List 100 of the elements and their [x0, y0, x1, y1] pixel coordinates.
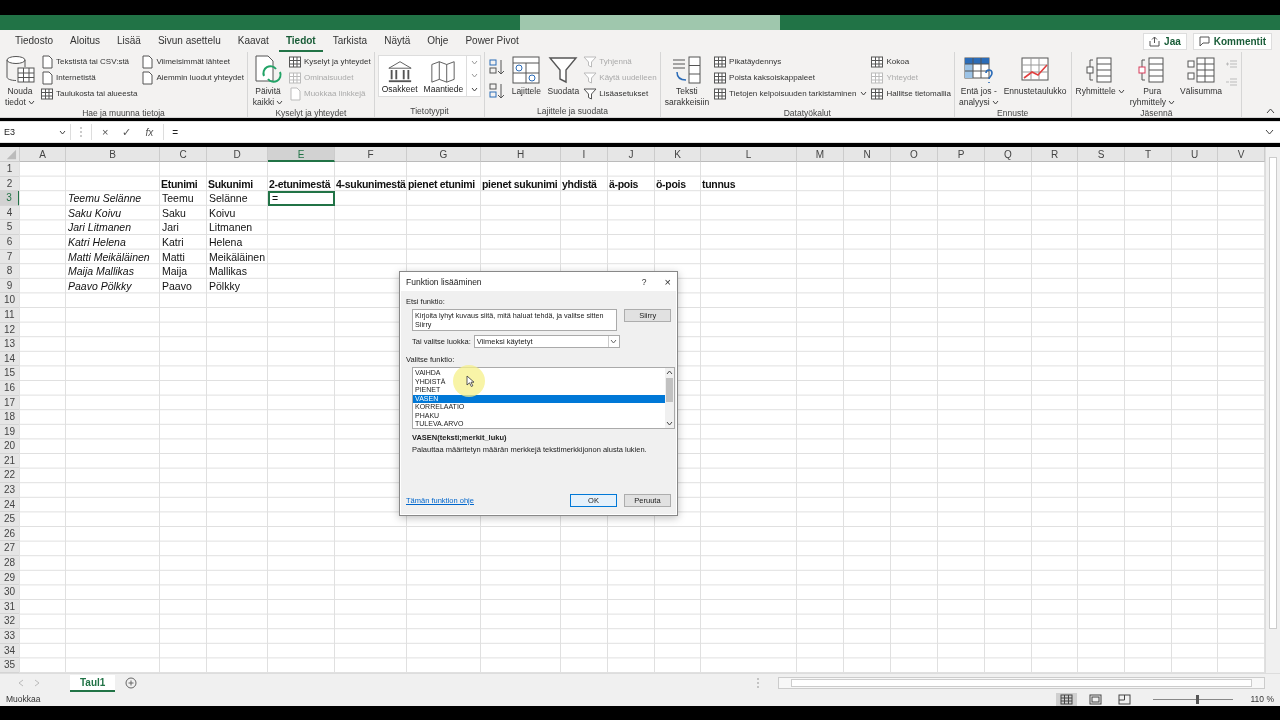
column-header[interactable]: H: [481, 147, 561, 162]
column-header[interactable]: E: [268, 147, 335, 162]
table-cell[interactable]: ö-pois: [655, 176, 701, 192]
row-header[interactable]: 33: [0, 629, 20, 644]
table-cell[interactable]: Helena: [207, 234, 268, 250]
column-header[interactable]: J: [608, 147, 655, 162]
ribbon-button[interactable]: Ryhmittele: [1074, 54, 1126, 97]
row-header[interactable]: 3: [0, 191, 20, 206]
ribbon-button[interactable]: Pura ryhmittely: [1128, 54, 1177, 108]
column-header[interactable]: L: [701, 147, 797, 162]
table-cell[interactable]: ä-pois: [608, 176, 655, 192]
row-header[interactable]: 23: [0, 483, 20, 498]
ribbon-command[interactable]: Tekstistä tai CSV:stä: [40, 54, 138, 69]
table-cell[interactable]: Selänne: [207, 191, 268, 206]
ribbon-button[interactable]: Suodata: [546, 54, 581, 97]
ribbon-button[interactable]: Entä jos - analyysi: [957, 54, 1000, 108]
column-header[interactable]: D: [207, 147, 268, 162]
row-header[interactable]: 8: [0, 264, 20, 279]
table-cell[interactable]: Matti Meikäläinen: [66, 249, 160, 265]
ribbon-command[interactable]: Viimeisimmät lähteet: [140, 54, 244, 69]
row-header[interactable]: 30: [0, 585, 20, 600]
ribbon-tab[interactable]: Näytä: [377, 30, 418, 52]
ribbon-button[interactable]: Lajittele: [509, 54, 544, 97]
column-header[interactable]: Q: [985, 147, 1032, 162]
ribbon-command[interactable]: Kyselyt ja yhteydet: [288, 54, 371, 69]
column-header[interactable]: U: [1172, 147, 1218, 162]
table-cell[interactable]: Koivu: [207, 205, 268, 221]
table-cell[interactable]: =: [268, 191, 335, 206]
table-cell[interactable]: pienet sukunimi: [481, 176, 561, 192]
row-header[interactable]: 25: [0, 512, 20, 527]
name-box[interactable]: E3: [0, 124, 71, 140]
column-header[interactable]: O: [891, 147, 938, 162]
row-header[interactable]: 20: [0, 439, 20, 454]
zoom-level[interactable]: 110 %: [1250, 694, 1274, 704]
table-cell[interactable]: Litmanen: [207, 220, 268, 235]
row-header[interactable]: 5: [0, 220, 20, 235]
formula-field[interactable]: =: [164, 126, 1265, 138]
ribbon-tab[interactable]: Kaavat: [230, 30, 276, 52]
row-header[interactable]: 28: [0, 556, 20, 571]
ribbon-command[interactable]: Pikatäydennys: [713, 54, 868, 69]
column-header[interactable]: C: [160, 147, 207, 162]
table-cell[interactable]: Maija: [160, 264, 207, 279]
column-header[interactable]: S: [1078, 147, 1125, 162]
ribbon-command[interactable]: Tietojen kelpoisuuden tarkistaminen: [713, 86, 868, 101]
column-header[interactable]: T: [1125, 147, 1172, 162]
table-cell[interactable]: Matti: [160, 249, 207, 265]
close-button[interactable]: ×: [664, 275, 671, 288]
table-cell[interactable]: Maija Mallikas: [66, 264, 160, 279]
ribbon-command[interactable]: Aiemmin luodut yhteydet: [140, 70, 244, 85]
row-header[interactable]: 27: [0, 541, 20, 557]
row-header[interactable]: 18: [0, 410, 20, 425]
ribbon-tab[interactable]: Lisää: [110, 30, 148, 52]
data-type-button[interactable]: Osakkeet: [378, 56, 421, 96]
ribbon-tab[interactable]: Ohje: [420, 30, 456, 52]
row-header[interactable]: 10: [0, 293, 20, 308]
table-cell[interactable]: Mallikas: [207, 264, 268, 279]
cancel-button[interactable]: ×: [102, 126, 109, 138]
ribbon-button[interactable]: Teksti sarakkeisiin: [663, 54, 711, 108]
table-cell[interactable]: Katri: [160, 234, 207, 250]
data-type-button[interactable]: Maantiede: [420, 56, 467, 96]
table-cell[interactable]: Saku Koivu: [66, 205, 160, 221]
column-header[interactable]: P: [938, 147, 985, 162]
table-cell[interactable]: 2-etunimestä: [268, 176, 335, 192]
column-header[interactable]: K: [655, 147, 701, 162]
table-cell[interactable]: Pölkky: [207, 278, 268, 294]
column-header[interactable]: N: [844, 147, 891, 162]
column-header[interactable]: V: [1218, 147, 1265, 162]
row-header[interactable]: 35: [0, 658, 20, 673]
ribbon-command[interactable]: Internetistä: [40, 70, 138, 85]
table-cell[interactable]: tunnus: [701, 176, 797, 192]
column-header[interactable]: B: [66, 147, 160, 162]
ribbon-tab[interactable]: Power Pivot: [458, 30, 526, 52]
table-cell[interactable]: pienet etunimi: [407, 176, 481, 192]
column-header[interactable]: F: [335, 147, 407, 162]
row-header[interactable]: 13: [0, 337, 20, 352]
ribbon-tab[interactable]: Tiedosto: [8, 30, 60, 52]
ribbon-tab[interactable]: Sivun asettelu: [150, 30, 228, 52]
table-cell[interactable]: Katri Helena: [66, 234, 160, 250]
table-cell[interactable]: Teemu: [160, 191, 207, 206]
ribbon-tab[interactable]: Tarkista: [325, 30, 375, 52]
comments-button[interactable]: Kommentit: [1192, 32, 1272, 50]
ribbon-command[interactable]: Lisäasetukset: [583, 86, 657, 101]
sheet-tab[interactable]: Taul1: [70, 674, 116, 692]
table-cell[interactable]: Paavo Pölkky: [66, 278, 160, 294]
share-button[interactable]: Jaa: [1143, 32, 1187, 50]
ribbon-command[interactable]: Kokoa: [870, 54, 951, 69]
table-cell[interactable]: 4-sukunimestä: [335, 176, 407, 192]
ribbon-command[interactable]: Taulukosta tai alueesta: [40, 86, 138, 101]
table-cell[interactable]: Jari Litmanen: [66, 220, 160, 235]
table-cell[interactable]: Sukunimi: [207, 176, 268, 192]
table-cell[interactable]: Paavo: [160, 278, 207, 294]
ribbon-command[interactable]: Poista kaksoiskappaleet: [713, 70, 868, 85]
table-cell[interactable]: Teemu Selänne: [66, 191, 160, 206]
row-header[interactable]: 1: [0, 162, 20, 177]
ribbon-button[interactable]: Ennustetaulukko: [1002, 54, 1068, 97]
column-header[interactable]: A: [20, 147, 66, 162]
table-cell[interactable]: Jari: [160, 220, 207, 235]
enter-button[interactable]: ✓: [122, 125, 132, 139]
help-button[interactable]: ?: [641, 276, 647, 287]
column-header[interactable]: I: [561, 147, 608, 162]
